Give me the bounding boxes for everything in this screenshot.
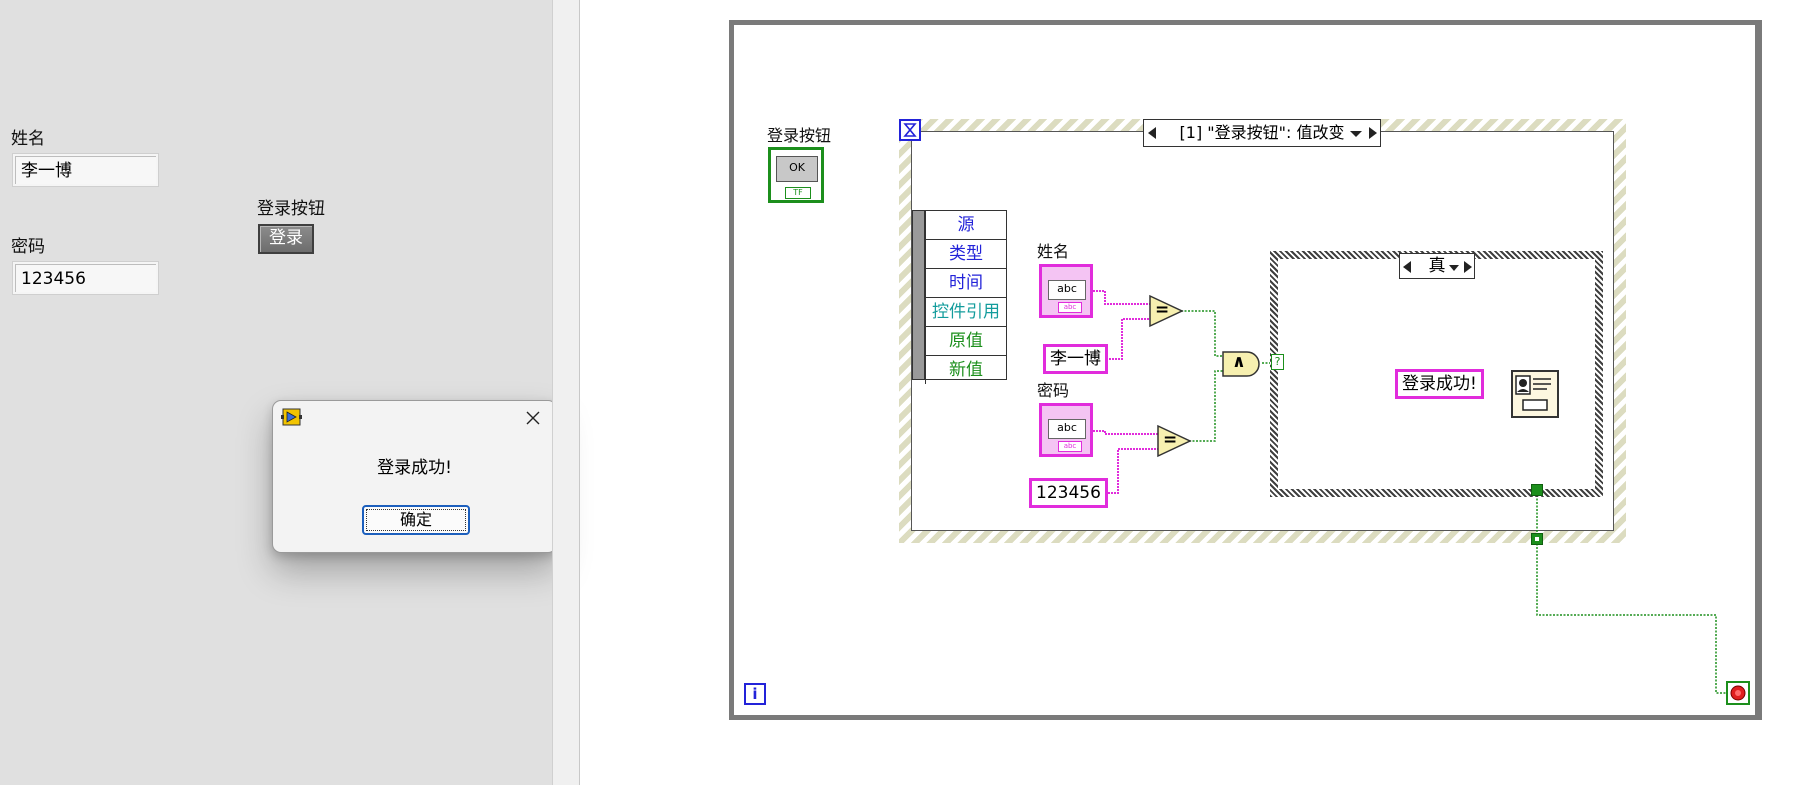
wire-name-const xyxy=(1109,318,1150,360)
event-output-tunnel[interactable] xyxy=(1531,533,1543,545)
wire-password-const xyxy=(1105,448,1158,494)
case-selector-label[interactable]: 真 xyxy=(1399,253,1475,279)
case-dropdown-icon[interactable] xyxy=(1449,265,1459,271)
case-prev-icon[interactable] xyxy=(1403,261,1411,273)
case-next-icon[interactable] xyxy=(1464,261,1472,273)
wire-name xyxy=(1093,290,1150,305)
one-button-dialog-icon[interactable] xyxy=(1511,370,1559,418)
message-constant[interactable]: 登录成功! xyxy=(1395,369,1484,399)
wire-password xyxy=(1093,430,1158,435)
and-symbol: ∧ xyxy=(1232,352,1246,372)
loop-iteration-terminal[interactable]: i xyxy=(744,683,766,705)
case-output-tunnel[interactable] xyxy=(1531,484,1543,496)
equal-symbol-1: = xyxy=(1155,300,1170,320)
wire-stop xyxy=(1536,540,1727,694)
wire-eq1-bool xyxy=(1181,310,1223,357)
wire-eq2-bool xyxy=(1189,370,1223,442)
case-selector-terminal[interactable]: ? xyxy=(1271,354,1284,370)
equal-symbol-2: = xyxy=(1163,430,1178,450)
case-name: 真 xyxy=(1428,256,1446,276)
stop-condition-icon[interactable] xyxy=(1726,681,1750,705)
